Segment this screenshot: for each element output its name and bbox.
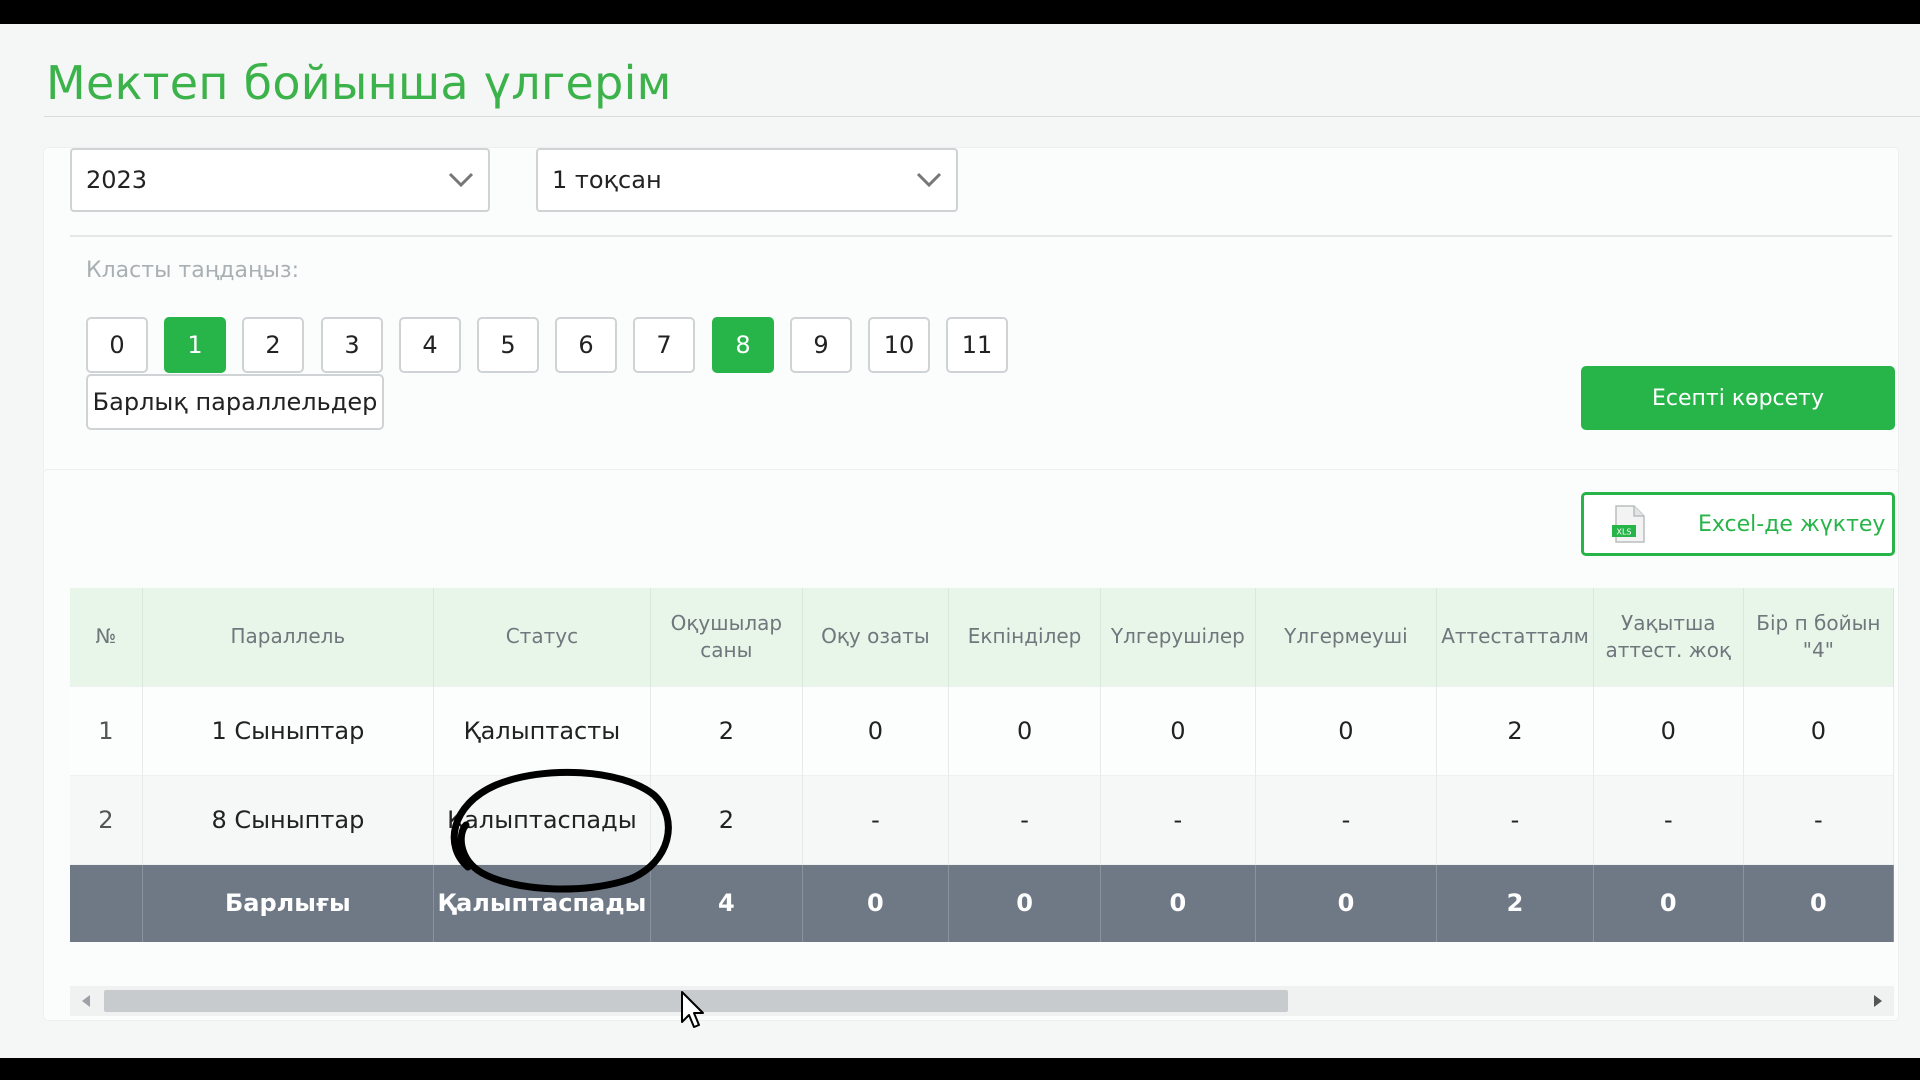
table-cell: - — [1255, 774, 1438, 864]
class-button-0[interactable]: 0 — [86, 317, 148, 373]
total-cell: 0 — [1100, 863, 1256, 942]
results-table-container: № Параллель Статус Оқушылар саны Оқу озаты Ек… — [70, 588, 1894, 962]
table-cell: 2 — [1436, 685, 1594, 775]
table-cell: 8 Сыныптар — [142, 774, 434, 864]
class-button-5[interactable]: 5 — [477, 317, 539, 373]
class-button-11[interactable]: 11 — [946, 317, 1008, 373]
scroll-right-arrow-icon[interactable] — [1874, 995, 1882, 1007]
table-cell: 0 — [802, 685, 950, 775]
total-cell: 0 — [1743, 863, 1894, 942]
column-header: Параллель — [142, 588, 434, 686]
column-header: Бір п бойын "4" — [1743, 588, 1894, 686]
table-cell: Қалыптасты — [433, 685, 651, 775]
column-header: № — [70, 588, 143, 686]
class-button-3[interactable]: 3 — [321, 317, 383, 373]
table-cell: 0 — [1255, 685, 1438, 775]
results-table: № Параллель Статус Оқушылар саны Оқу озаты Ек… — [70, 588, 1894, 942]
class-button-8[interactable]: 8 — [712, 317, 774, 373]
class-button-9[interactable]: 9 — [790, 317, 852, 373]
quarter-select-value: 1 тоқсан — [552, 166, 662, 194]
column-header: Уақытша аттест. жоқ — [1593, 588, 1744, 686]
excel-download-label: Excel-де жүктеу — [1698, 511, 1886, 537]
total-cell: Барлығы — [142, 863, 434, 942]
year-select[interactable]: 2023 — [70, 148, 490, 212]
total-cell: 0 — [802, 863, 950, 942]
class-button-10[interactable]: 10 — [868, 317, 930, 373]
table-cell: 2 — [650, 774, 803, 864]
quarter-select[interactable]: 1 тоқсан — [536, 148, 958, 212]
svg-text:XLS: XLS — [1616, 528, 1631, 537]
table-cell: 1 — [70, 685, 143, 775]
table-cell: 0 — [948, 685, 1102, 775]
table-cell: 0 — [1100, 685, 1256, 775]
xls-file-icon: XLS — [1612, 505, 1645, 543]
table-cell: 2 — [650, 685, 803, 775]
total-cell: 2 — [1436, 863, 1594, 942]
total-cell: 0 — [948, 863, 1102, 942]
total-cell: 4 — [650, 863, 803, 942]
table-cell: 0 — [1743, 685, 1894, 775]
bottom-letterbox — [0, 1058, 1920, 1080]
horizontal-scrollbar[interactable] — [70, 986, 1894, 1016]
total-cell: 0 — [1255, 863, 1438, 942]
table-header-row: № Параллель Статус Оқушылар саны Оқу озаты Ек… — [70, 588, 1894, 686]
table-cell: - — [802, 774, 950, 864]
class-button-7[interactable]: 7 — [633, 317, 695, 373]
table-cell: 0 — [1593, 685, 1744, 775]
excel-download-button[interactable]: XLS Excel-де жүктеу — [1581, 492, 1895, 556]
class-button-6[interactable]: 6 — [555, 317, 617, 373]
chevron-down-icon — [448, 172, 474, 188]
table-cell: - — [1743, 774, 1894, 864]
year-select-value: 2023 — [86, 166, 148, 194]
table-cell: Қалыптаспады — [433, 774, 651, 864]
column-header: Аттестатталм — [1436, 588, 1594, 686]
chevron-down-icon — [916, 172, 942, 188]
table-total-row: Барлығы Қалыптаспады 4 0 0 0 0 2 0 0 — [70, 863, 1894, 942]
all-parallels-button[interactable]: Барлық параллельдер — [86, 374, 384, 430]
table-cell: - — [948, 774, 1102, 864]
table-cell: - — [1100, 774, 1256, 864]
app-viewport: Мектеп бойынша үлгерім 2023 1 тоқсан Кла… — [0, 24, 1920, 1058]
table-cell: 2 — [70, 774, 143, 864]
table-cell: - — [1436, 774, 1594, 864]
class-button-2[interactable]: 2 — [242, 317, 304, 373]
scroll-left-arrow-icon[interactable] — [82, 995, 90, 1007]
column-header: Үлгерушілер — [1100, 588, 1256, 686]
scrollbar-thumb[interactable] — [104, 990, 1288, 1012]
table-cell: - — [1593, 774, 1744, 864]
column-header: Статус — [433, 588, 651, 686]
class-select-label: Класты таңдаңыз: — [86, 258, 299, 283]
table-row: 28 Сыныптар Қалыптаспады 2- - - - - - - — [70, 774, 1894, 864]
column-header: Екпінділер — [948, 588, 1102, 686]
title-divider — [44, 116, 1920, 117]
total-cell — [70, 863, 143, 942]
class-button-1[interactable]: 1 — [164, 317, 226, 373]
column-header: Үлгермеуші — [1255, 588, 1438, 686]
show-report-button[interactable]: Есепті көрсету — [1581, 366, 1895, 430]
table-row: 11 Сыныптар Қалыптасты 2 0 0 0 0 2 0 0 — [70, 685, 1894, 775]
total-cell: Қалыптаспады — [433, 863, 651, 942]
class-button-4[interactable]: 4 — [399, 317, 461, 373]
table-cell: 1 Сыныптар — [142, 685, 434, 775]
column-header: Оқушылар саны — [650, 588, 803, 686]
total-cell: 0 — [1593, 863, 1744, 942]
filters-divider — [70, 235, 1892, 237]
page-title: Мектеп бойынша үлгерім — [46, 56, 672, 110]
column-header: Оқу озаты — [802, 588, 950, 686]
